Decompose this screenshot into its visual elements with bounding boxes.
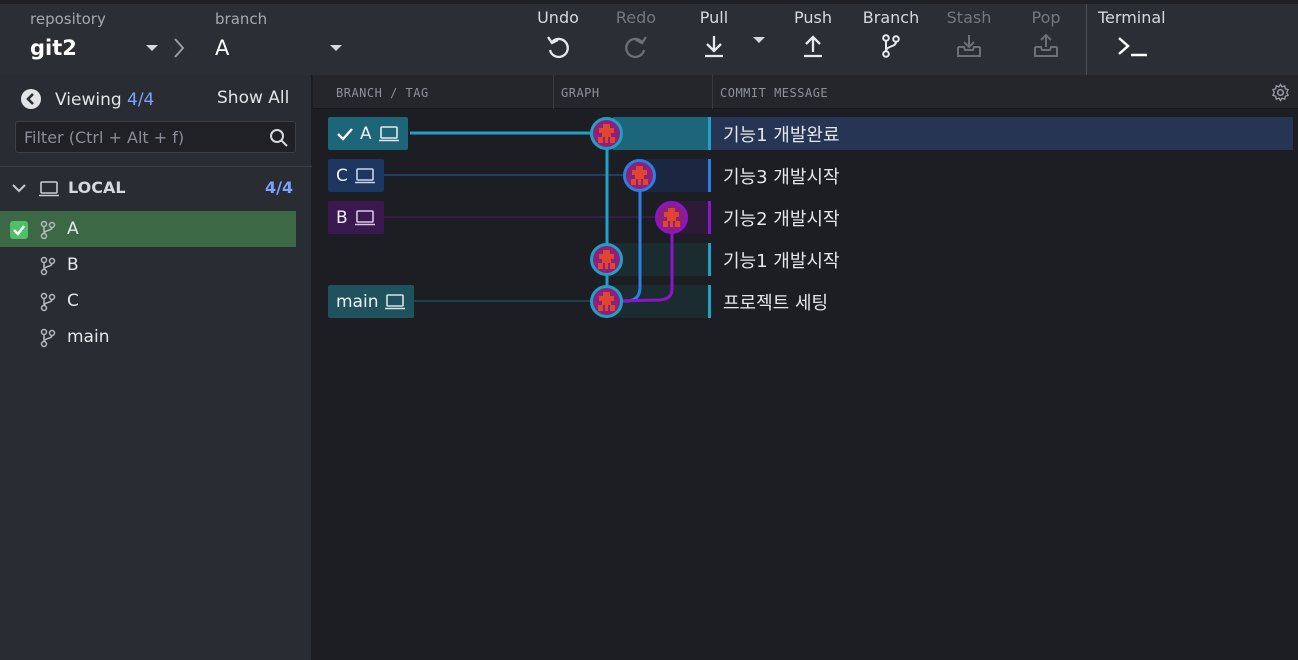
terminal-label: Terminal [1098, 8, 1166, 27]
pull-button[interactable]: Pull [688, 8, 740, 70]
pop-button[interactable]: Pop [1022, 8, 1070, 70]
branch-dropdown-icon[interactable] [330, 45, 342, 51]
stash-label: Stash [946, 8, 992, 27]
laptop-icon [385, 293, 406, 309]
viewing-label: Viewing [55, 90, 122, 110]
ref-name: A [360, 123, 372, 144]
ref-label-a[interactable]: A [328, 117, 408, 150]
push-icon [804, 35, 822, 58]
left-panel-divider [0, 166, 312, 167]
commit-message-column-header[interactable]: COMMIT MESSAGE [720, 86, 828, 100]
search-icon [270, 129, 288, 147]
commit-message[interactable]: 기능2 개발시작 [723, 205, 840, 231]
ref-label-b[interactable]: B [328, 201, 384, 234]
checked-out-check-icon [337, 127, 353, 141]
pull-icon [705, 36, 723, 58]
undo-button[interactable]: Undo [530, 8, 586, 70]
commit-message[interactable]: 기능1 개발시작 [723, 247, 840, 273]
local-section-header[interactable]: LOCAL 4/4 [0, 173, 312, 205]
gear-icon[interactable] [1271, 83, 1290, 102]
terminal-button[interactable]: Terminal [1098, 8, 1170, 70]
commit-graph-panel: BRANCH / TAG GRAPH COMMIT MESSAGE 기능1 개발… [313, 75, 1298, 660]
identicon-avatar-icon [655, 201, 688, 234]
commit-avatar[interactable] [590, 243, 623, 276]
show-all-link[interactable]: Show All [217, 88, 289, 108]
branch-button[interactable]: Branch [860, 8, 922, 70]
branch-item-a[interactable]: A [0, 211, 296, 247]
local-label: LOCAL [68, 178, 126, 197]
undo-icon [547, 36, 569, 59]
repository-dropdown-icon[interactable] [146, 45, 158, 51]
push-button[interactable]: Push [786, 8, 840, 70]
identicon-avatar-icon [590, 243, 623, 276]
ref-name: main [336, 291, 379, 312]
back-arrow-icon[interactable] [20, 88, 42, 110]
laptop-icon [39, 181, 59, 197]
branch-item-label: A [67, 219, 79, 239]
branch-icon [40, 256, 56, 276]
commit-avatar[interactable] [590, 117, 623, 150]
toolbar: repository git2 branch A Undo Redo Pull … [0, 0, 1298, 75]
branch-item-label: main [67, 327, 110, 347]
branch-icon [882, 34, 900, 58]
redo-icon [625, 36, 647, 59]
ref-label-c[interactable]: C [328, 159, 384, 192]
repository-caption: repository [30, 10, 106, 28]
branch-item-c[interactable]: C [0, 283, 296, 319]
branch-item-main[interactable]: main [0, 319, 296, 355]
laptop-icon [354, 209, 375, 225]
commit-message[interactable]: 기능1 개발완료 [723, 121, 840, 147]
viewing-count: 4/4 [127, 90, 155, 110]
filter-input[interactable] [16, 122, 256, 152]
chevron-down-icon [12, 184, 26, 193]
pop-icon [1034, 33, 1058, 57]
left-panel: Viewing 4/4 Show All LOCAL 4/4 A [0, 75, 312, 660]
breadcrumb-chevron-icon [174, 38, 185, 58]
commit-avatar[interactable] [590, 285, 623, 318]
branch-item-label: B [67, 255, 79, 275]
commit-avatar[interactable] [655, 201, 688, 234]
local-count: 4/4 [265, 178, 294, 197]
pull-options-dropdown-icon[interactable] [753, 37, 765, 43]
branch-label: Branch [862, 8, 920, 27]
undo-label: Undo [537, 8, 579, 27]
branch-icon [40, 328, 56, 348]
identicon-avatar-icon [590, 285, 623, 318]
redo-label: Redo [615, 8, 657, 27]
laptop-icon [354, 167, 375, 183]
checked-out-check-icon [10, 221, 28, 239]
branch-icon [40, 292, 56, 312]
commit-avatar[interactable] [623, 159, 656, 192]
filter-box [15, 121, 296, 153]
lane-line-c [607, 175, 642, 303]
branch-item-b[interactable]: B [0, 247, 296, 283]
pop-label: Pop [1031, 8, 1061, 27]
identicon-avatar-icon [623, 159, 656, 192]
branch-caption: branch [215, 10, 268, 28]
commit-message[interactable]: 기능3 개발시작 [723, 163, 840, 189]
repository-name[interactable]: git2 [30, 36, 77, 60]
stash-icon [957, 35, 981, 57]
ref-name: B [336, 207, 348, 228]
stash-button[interactable]: Stash [942, 8, 996, 70]
branch-name[interactable]: A [215, 36, 229, 60]
identicon-avatar-icon [590, 117, 623, 150]
terminal-icon [1118, 37, 1147, 57]
commit-message[interactable]: 프로젝트 세팅 [723, 289, 828, 315]
redo-button[interactable]: Redo [608, 8, 664, 70]
ref-name: C [336, 165, 348, 186]
laptop-icon [378, 125, 399, 141]
push-label: Push [794, 8, 832, 27]
pull-label: Pull [699, 8, 729, 27]
branch-icon [40, 220, 56, 240]
branch-item-label: C [67, 291, 79, 311]
toolbar-top-strip [0, 0, 1298, 4]
toolbar-divider [1086, 4, 1087, 75]
ref-label-main[interactable]: main [328, 285, 415, 318]
